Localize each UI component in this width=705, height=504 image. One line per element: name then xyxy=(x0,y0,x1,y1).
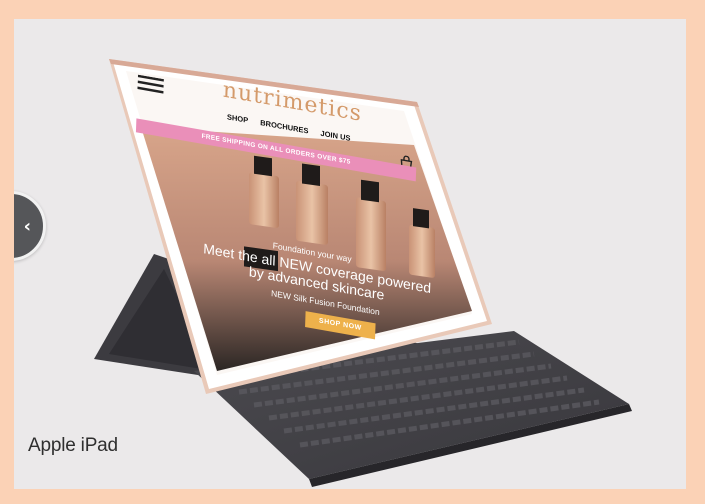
chevron-left-icon: ‹ xyxy=(23,216,31,237)
gallery-image-frame: nutrimetics SHOP BROCHURES JOIN US FREE … xyxy=(14,19,686,489)
nav-brochures: BROCHURES xyxy=(260,118,309,136)
nav-join-us: JOIN US xyxy=(320,128,351,143)
nav-shop: SHOP xyxy=(226,112,249,125)
hamburger-menu-icon xyxy=(137,74,164,94)
ipad-screen-content: nutrimetics SHOP BROCHURES JOIN US FREE … xyxy=(120,43,431,347)
image-caption: Apple iPad xyxy=(28,435,118,456)
